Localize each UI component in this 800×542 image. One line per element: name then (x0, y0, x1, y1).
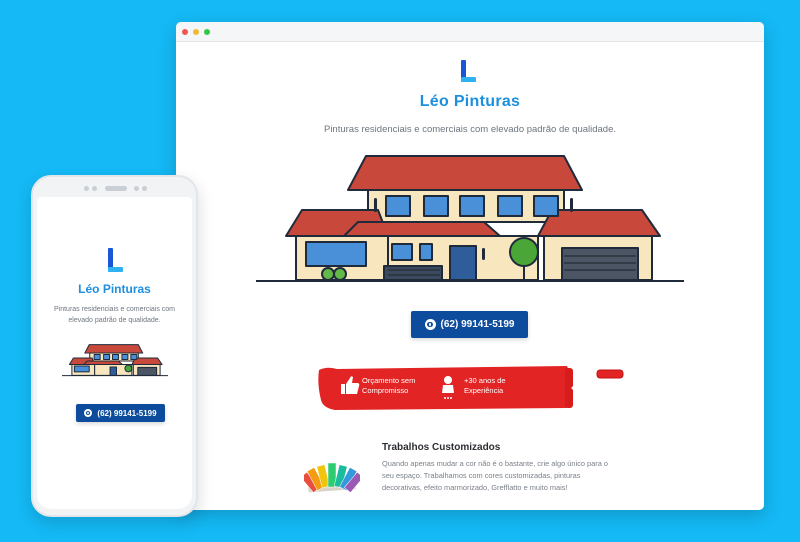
mobile-phone-contact-button[interactable]: (62) 99141-5199 (76, 404, 165, 422)
site-tagline: Pinturas residenciais e comerciais com e… (323, 124, 617, 135)
mobile-site-title: Léo Pinturas (78, 282, 151, 296)
mobile-phone-mockup: Léo Pinturas Pinturas residenciais e com… (31, 175, 198, 517)
feature-description: Quando apenas mudar a cor não é o bastan… (382, 459, 608, 492)
mobile-house-illustration (61, 344, 169, 377)
mobile-site-tagline: Pinturas residenciais e comerciais com e… (54, 306, 175, 324)
whatsapp-icon (84, 409, 93, 417)
maximize-window-dot[interactable] (204, 29, 210, 35)
close-window-dot[interactable] (182, 29, 188, 35)
banner-item-experience: +30 anos de Experiência (464, 376, 506, 395)
browser-title-bar (176, 22, 764, 42)
phone-speaker (84, 186, 148, 192)
mobile-screen: Léo Pinturas Pinturas residenciais e com… (37, 197, 192, 509)
house-illustration (256, 155, 684, 282)
color-swatch-icon (304, 462, 360, 493)
minimize-window-dot[interactable] (193, 29, 199, 35)
whatsapp-icon (424, 319, 436, 330)
banner-item-quote: Orçamento sem Compromisso (362, 376, 416, 395)
site-title: Léo Pinturas (419, 93, 521, 110)
mobile-phone-number: (62) 99141-5199 (97, 408, 157, 418)
phone-number: (62) 99141-5199 (440, 319, 515, 330)
desktop-browser-window: Léo Pinturas Pinturas residenciais e com… (176, 22, 764, 510)
feature-title: Trabalhos Customizados (382, 442, 501, 453)
phone-contact-button[interactable]: (62) 99141-5199 (411, 311, 528, 338)
brand-logo[interactable] (459, 60, 477, 82)
mobile-brand-logo[interactable] (106, 248, 124, 272)
